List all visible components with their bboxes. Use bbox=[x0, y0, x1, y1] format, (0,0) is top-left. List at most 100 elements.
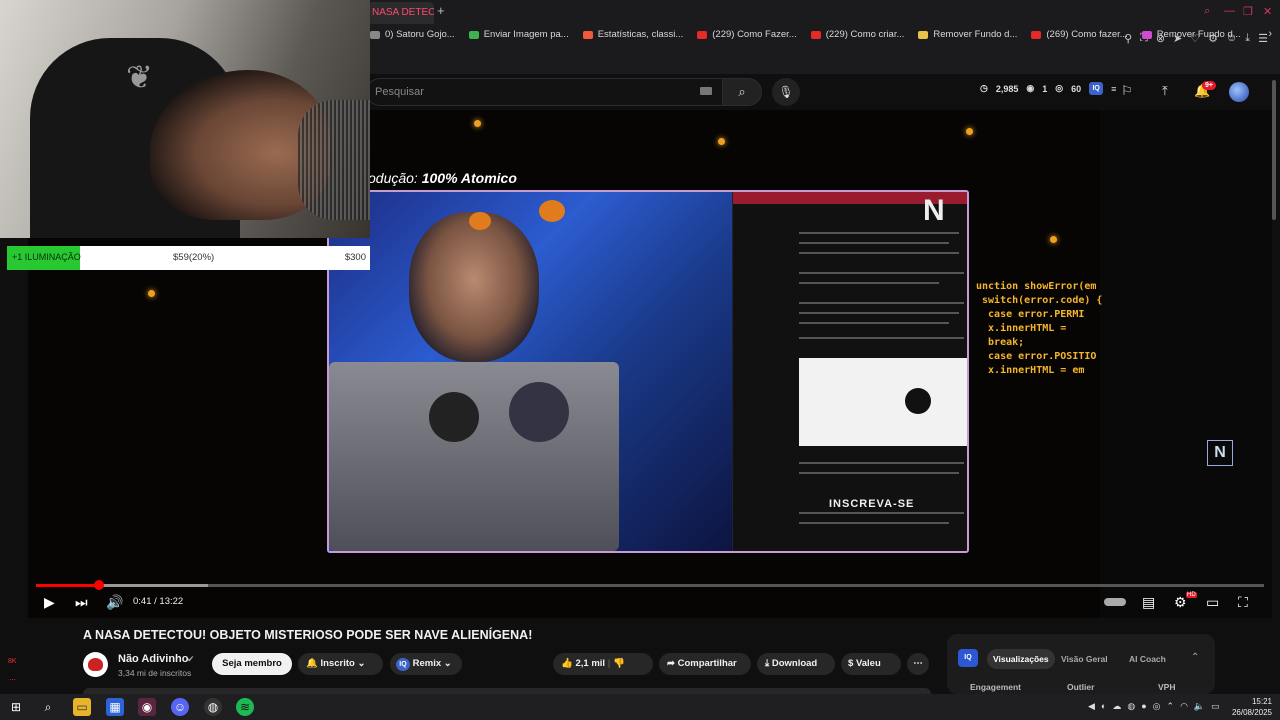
progress-bar[interactable] bbox=[36, 584, 1264, 587]
settings-icon[interactable]: ⚙ bbox=[1174, 594, 1187, 611]
laptop-with-stickers bbox=[329, 362, 619, 551]
chevron-up-icon[interactable]: ⌃ bbox=[1191, 652, 1199, 663]
menu-icon[interactable]: ☰ bbox=[1258, 32, 1268, 45]
share-button[interactable]: ➦ Compartilhar bbox=[659, 653, 751, 675]
share-icon: ➦ bbox=[667, 658, 675, 669]
search-icon[interactable]: ⌕ bbox=[39, 698, 57, 716]
discord-icon[interactable]: ☺ bbox=[171, 698, 189, 716]
remix-button[interactable]: IQ Remix ⌄ bbox=[390, 653, 462, 675]
spotify-icon[interactable]: ≋ bbox=[236, 698, 254, 716]
search-tabs-icon[interactable]: ⌕ bbox=[1204, 5, 1210, 18]
more-actions-button[interactable]: ⋯ bbox=[907, 653, 929, 675]
theater-mode-icon[interactable]: ▭ bbox=[1206, 594, 1219, 611]
video-inner-frame: N INSCREVA-SE bbox=[327, 190, 969, 553]
clock[interactable]: 15:21 26/08/2025 bbox=[1232, 696, 1272, 718]
more-dots-icon[interactable]: ⋯ bbox=[9, 676, 16, 684]
obs-icon[interactable]: ◍ bbox=[204, 698, 222, 716]
current-time: 0:41 bbox=[133, 596, 152, 607]
play-icon[interactable]: ▶ bbox=[44, 594, 55, 611]
tab-visualizacoes[interactable]: Visualizações bbox=[987, 649, 1055, 669]
channel-avatar[interactable] bbox=[83, 652, 108, 677]
speaker-icon[interactable]: 🔈 bbox=[1194, 701, 1205, 712]
light-dot bbox=[148, 290, 155, 297]
bookmark-icon bbox=[370, 30, 380, 39]
join-button[interactable]: Seja membro bbox=[212, 653, 292, 675]
tray-icon[interactable]: ◐ bbox=[1101, 701, 1106, 712]
left-strip: 8K ⋯ bbox=[0, 618, 28, 690]
fullscreen-icon[interactable]: ⛶ bbox=[1238, 594, 1248, 611]
bookmark-item[interactable]: 0) Satoru Gojo... bbox=[370, 29, 455, 40]
chevron-down-icon: ⌄ bbox=[443, 658, 452, 669]
next-icon[interactable]: ⏭ bbox=[75, 594, 88, 611]
list-icon[interactable]: ≡ bbox=[1111, 84, 1116, 94]
dislike-icon[interactable]: 👎 bbox=[613, 658, 625, 669]
tray-icon[interactable]: ● bbox=[1141, 701, 1146, 712]
wifi-icon[interactable]: ◠ bbox=[1180, 701, 1188, 712]
viewers-count: 60 bbox=[1071, 83, 1082, 94]
bookmark-item[interactable]: Estatísticas, classi... bbox=[582, 29, 683, 40]
bookmark-icon bbox=[1141, 30, 1152, 39]
bookmark-item[interactable]: Remover Fundo d... bbox=[1141, 29, 1241, 40]
viewers-icon: ◎ bbox=[1055, 83, 1064, 93]
browser-tab-active[interactable]: NASA DETECTOU bbox=[368, 2, 434, 24]
donation-goal-bar: +1 ILUMINAÇÃO $59(20%) $300 bbox=[7, 246, 370, 270]
thanks-label: Valeu bbox=[855, 658, 881, 669]
tray-icon[interactable]: ⌃ bbox=[1167, 701, 1175, 712]
battery-icon[interactable]: ▭ bbox=[1211, 701, 1220, 712]
keyboard-icon[interactable] bbox=[700, 87, 712, 95]
bookmark-item[interactable]: Enviar Imagem pa... bbox=[468, 29, 569, 40]
new-tab-button[interactable]: + bbox=[437, 3, 445, 18]
voice-search-button[interactable]: 🎙 bbox=[772, 78, 800, 106]
progress-scrubber[interactable] bbox=[93, 580, 104, 590]
download-icon[interactable]: ⤓ bbox=[1245, 32, 1250, 45]
file-explorer-icon[interactable]: ▭ bbox=[73, 698, 91, 716]
thanks-button[interactable]: $ Valeu bbox=[841, 653, 901, 675]
maximize-icon[interactable]: ❐ bbox=[1243, 5, 1253, 18]
bookmark-label: (229) Como criar... bbox=[825, 29, 905, 40]
search-input[interactable]: Pesquisar bbox=[366, 78, 722, 106]
tray-icon[interactable]: ◎ bbox=[1153, 701, 1161, 712]
autoplay-toggle[interactable] bbox=[1104, 598, 1126, 606]
youtube-icon bbox=[810, 30, 821, 39]
like-count[interactable]: 2,1 mil bbox=[575, 658, 605, 669]
download-icon: ⤓ bbox=[765, 658, 770, 669]
bookmark-item[interactable]: (229) Como criar... bbox=[810, 29, 905, 40]
tray-icon[interactable]: ◍ bbox=[1127, 701, 1135, 712]
host-figure bbox=[409, 212, 539, 362]
subscribed-button[interactable]: 🔔 Inscrito ⌄ bbox=[298, 653, 383, 675]
tray-icon[interactable]: ☁ bbox=[1112, 701, 1121, 712]
tray-icon[interactable]: ◀ bbox=[1088, 701, 1095, 712]
credit-prefix: odução: bbox=[368, 170, 418, 186]
channel-watermark-icon[interactable]: N bbox=[1207, 440, 1233, 466]
windows-start-icon[interactable]: ⊞ bbox=[7, 698, 25, 716]
download-button[interactable]: ⤓ Download bbox=[757, 653, 835, 675]
trophy-icon[interactable]: ⚐ bbox=[1121, 83, 1133, 99]
sticker bbox=[429, 392, 479, 442]
clock-time: 15:21 bbox=[1251, 697, 1272, 706]
browser-icon[interactable]: ◉ bbox=[138, 698, 156, 716]
close-icon[interactable]: ✕ bbox=[1263, 5, 1272, 18]
captions-icon[interactable]: ▤ bbox=[1142, 594, 1155, 611]
bookmark-item[interactable]: Remover Fundo d... bbox=[918, 29, 1017, 40]
clock-date: 26/08/2025 bbox=[1231, 708, 1272, 717]
channel-name[interactable]: Não Adivinho bbox=[118, 653, 188, 665]
upload-icon[interactable]: ⤒ bbox=[1162, 83, 1168, 99]
volume-icon[interactable]: 🔊 bbox=[106, 594, 123, 611]
store-icon[interactable]: ▦ bbox=[106, 698, 124, 716]
bookmark-label: Remover Fundo d... bbox=[933, 29, 1018, 40]
comet-blob bbox=[905, 388, 931, 414]
bookmark-item[interactable]: (229) Como Fazer... bbox=[697, 29, 797, 40]
vidiq-icon[interactable]: IQ bbox=[1089, 82, 1104, 95]
tab-visao-geral[interactable]: Visão Geral bbox=[1061, 649, 1108, 669]
bookmark-label: 0) Satoru Gojo... bbox=[385, 29, 455, 40]
search-button[interactable]: ⌕ bbox=[722, 78, 762, 106]
light-dot bbox=[474, 120, 481, 127]
chevron-right-icon[interactable]: › bbox=[1268, 28, 1272, 40]
like-icon[interactable]: 👍 bbox=[561, 658, 573, 669]
page-scrollbar[interactable] bbox=[1272, 80, 1276, 220]
bookmark-item[interactable]: (269) Como fazer... bbox=[1031, 29, 1128, 40]
account-avatar[interactable] bbox=[1229, 82, 1249, 102]
minimize-icon[interactable]: — bbox=[1224, 5, 1235, 17]
tab-ai-coach[interactable]: AI Coach bbox=[1129, 649, 1166, 669]
bookmark-icon bbox=[918, 30, 929, 39]
